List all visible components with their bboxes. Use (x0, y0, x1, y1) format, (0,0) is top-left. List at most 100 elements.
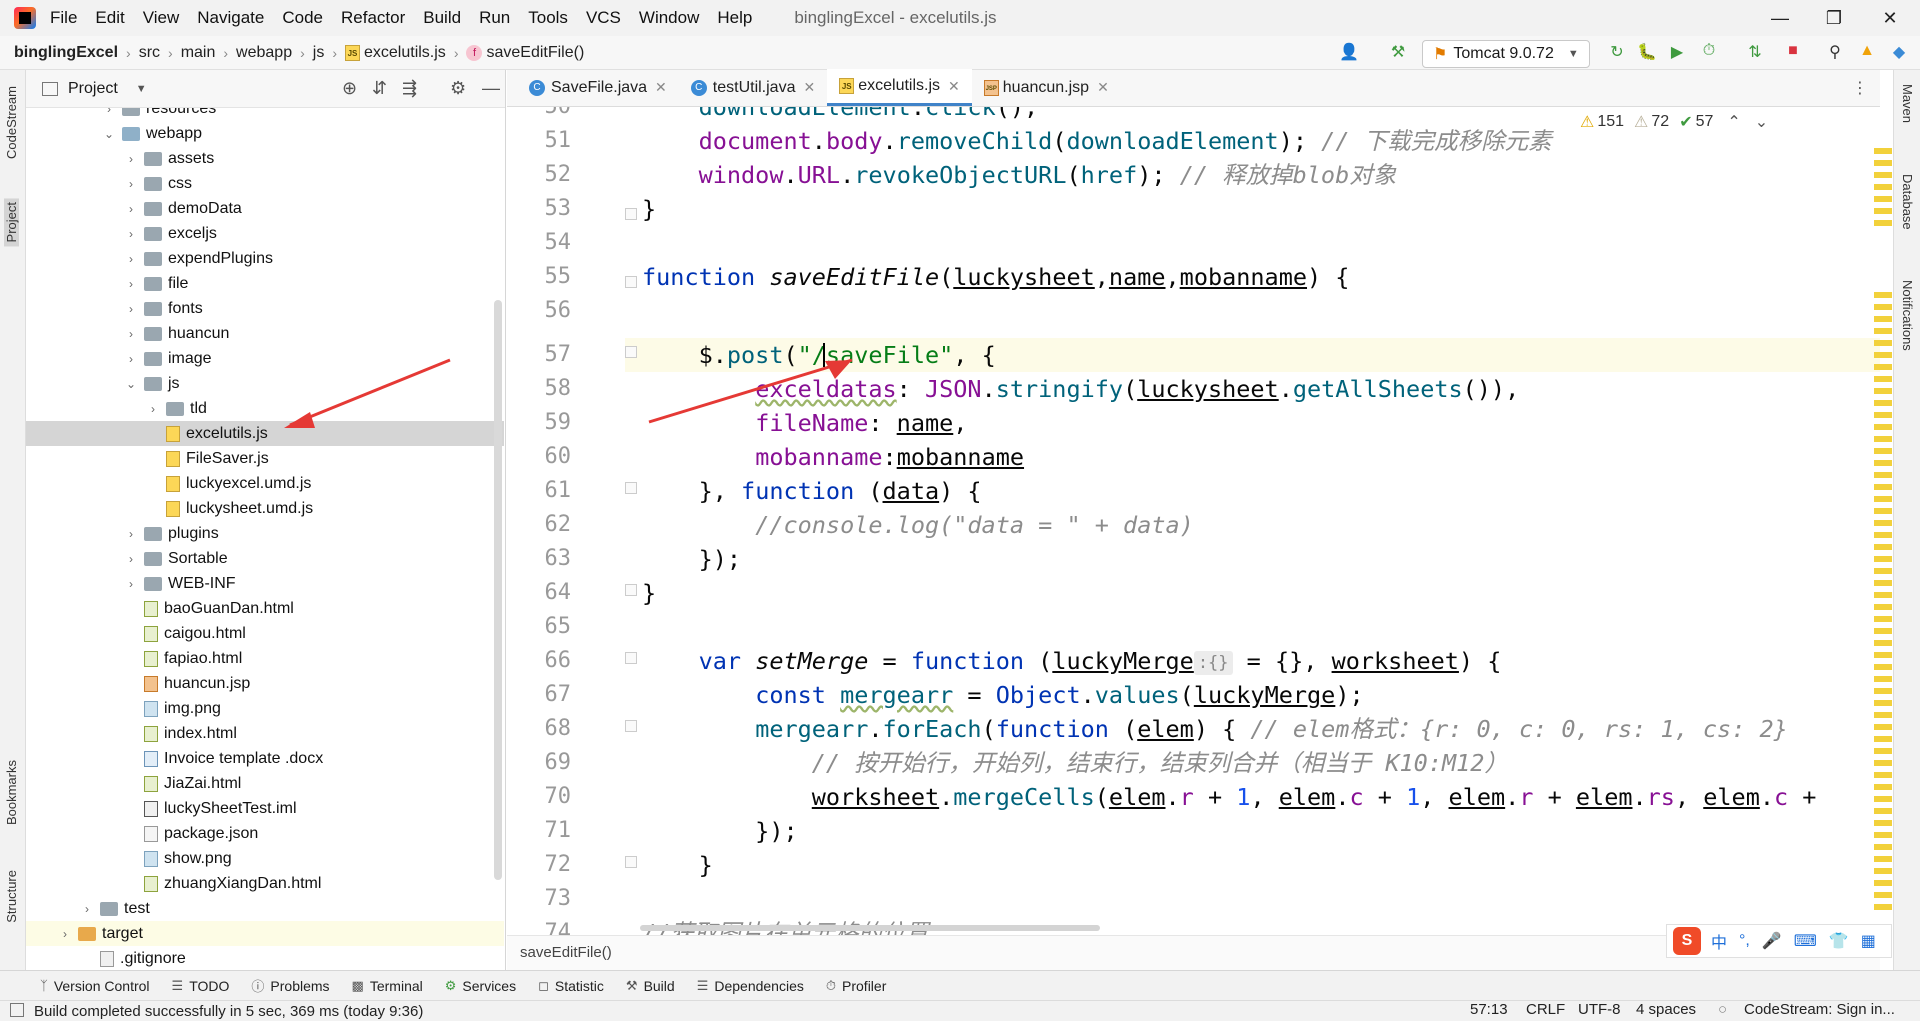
codestream-tool-tab[interactable]: CodeStream (4, 86, 19, 159)
restore-icon[interactable]: ❐ (1806, 0, 1862, 36)
warning-marker[interactable] (1874, 208, 1892, 214)
warning-marker[interactable] (1874, 484, 1892, 490)
update-app-icon[interactable]: ⇅ (1744, 42, 1766, 64)
next-highlight-icon[interactable]: ⌄ (1755, 112, 1768, 132)
expand-arrow-icon[interactable]: › (124, 277, 138, 291)
bookmarks-tool-tab[interactable]: Bookmarks (4, 760, 19, 825)
warning-marker[interactable] (1874, 364, 1892, 370)
stop-icon[interactable]: ■ (1782, 42, 1804, 64)
tree-item[interactable]: caigou.html (26, 621, 504, 646)
warning-marker[interactable] (1874, 292, 1892, 298)
breadcrumb-project[interactable]: binglingExcel (14, 44, 118, 62)
version-control-tab[interactable]: ᛉ Version Control (40, 978, 150, 994)
expand-arrow-icon[interactable]: › (146, 402, 160, 416)
tree-item[interactable]: baoGuanDan.html (26, 596, 504, 621)
breadcrumb-file[interactable]: JS excelutils.js (345, 44, 446, 62)
tree-item[interactable]: index.html (26, 721, 504, 746)
warning-marker[interactable] (1874, 568, 1892, 574)
menu-file[interactable]: File (50, 8, 77, 28)
tree-item[interactable]: zhuangXiangDan.html (26, 871, 504, 896)
warning-marker[interactable] (1874, 376, 1892, 382)
expand-arrow-icon[interactable]: › (124, 252, 138, 266)
fold-marker[interactable] (625, 208, 637, 220)
warning-marker[interactable] (1874, 844, 1892, 850)
warning-marker[interactable] (1874, 784, 1892, 790)
warning-marker[interactable] (1874, 604, 1892, 610)
warning-marker[interactable] (1874, 148, 1892, 154)
warning-marker[interactable] (1874, 772, 1892, 778)
menu-vcs[interactable]: VCS (586, 8, 621, 28)
run-configuration-select[interactable]: ⚑ Tomcat 9.0.72 ▼ (1422, 40, 1590, 68)
tree-item[interactable]: package.json (26, 821, 504, 846)
status-message[interactable]: Build completed successfully in 5 sec, 3… (34, 1003, 423, 1020)
tree-item[interactable]: › demoData (26, 196, 504, 221)
expand-all-icon[interactable]: ⇵ (372, 78, 387, 99)
expand-arrow-icon[interactable]: › (102, 108, 116, 116)
tab-testutil-java[interactable]: CtestUtil.java ✕ (679, 69, 827, 106)
fold-marker[interactable] (625, 720, 637, 732)
menu-help[interactable]: Help (717, 8, 752, 28)
warning-marker[interactable] (1874, 196, 1892, 202)
locate-icon[interactable]: ⊕ (342, 78, 357, 99)
plugin-logo-icon[interactable]: ◆ (1888, 42, 1910, 64)
warning-marker[interactable] (1874, 412, 1892, 418)
warning-marker[interactable] (1874, 424, 1892, 430)
warning-marker[interactable] (1874, 496, 1892, 502)
warning-marker[interactable] (1874, 580, 1892, 586)
tab-excelutils-js[interactable]: JS excelutils.js ✕ (827, 69, 972, 106)
maven-tool-tab[interactable]: Maven (1900, 84, 1915, 123)
breadcrumb-main[interactable]: main (181, 44, 216, 62)
tree-item[interactable]: fapiao.html (26, 646, 504, 671)
services-tab[interactable]: ⚙ Services (445, 978, 516, 994)
coverage-icon[interactable]: ▶ (1666, 42, 1688, 64)
fold-marker[interactable] (625, 346, 637, 358)
fold-marker[interactable] (625, 856, 637, 868)
fold-marker[interactable] (625, 652, 637, 664)
close-tab-icon[interactable]: ✕ (1097, 79, 1109, 96)
warning-marker[interactable] (1874, 856, 1892, 862)
expand-arrow-icon[interactable]: › (124, 302, 138, 316)
warning-marker[interactable] (1874, 712, 1892, 718)
tree-item[interactable]: ⌄ webapp (26, 121, 504, 146)
close-tab-icon[interactable]: ✕ (948, 78, 960, 95)
error-stripe[interactable] (1874, 140, 1892, 920)
warning-marker[interactable] (1874, 868, 1892, 874)
menu-tools[interactable]: Tools (528, 8, 568, 28)
rerun-icon[interactable]: ↻ (1606, 42, 1628, 64)
fold-marker[interactable] (625, 584, 637, 596)
menu-window[interactable]: Window (639, 8, 699, 28)
warning-marker[interactable] (1874, 904, 1892, 910)
file-encoding[interactable]: UTF-8 (1578, 1001, 1621, 1018)
warning-marker[interactable] (1874, 472, 1892, 478)
menu-view[interactable]: View (143, 8, 180, 28)
previous-highlight-icon[interactable]: ⌃ (1727, 112, 1740, 132)
tree-item[interactable]: img.png (26, 696, 504, 721)
fold-marker[interactable] (625, 482, 637, 494)
code-editor[interactable]: 5051525354555657585960616263646566676869… (507, 107, 1880, 935)
warning-marker[interactable] (1874, 520, 1892, 526)
warning-marker[interactable] (1874, 352, 1892, 358)
tree-item[interactable]: luckysheet.umd.js (26, 496, 504, 521)
warning-marker[interactable] (1874, 820, 1892, 826)
breadcrumb-js[interactable]: js (313, 44, 325, 62)
line-separator[interactable]: CRLF (1526, 1001, 1565, 1018)
language-indicator[interactable]: 中 (1711, 929, 1727, 953)
toolbox-icon[interactable]: ▦ (1861, 931, 1876, 951)
build-tab[interactable]: ⚒ Build (626, 978, 675, 994)
ime-toolbar[interactable]: S 中 °, 🎤 ⌨ 👕 ▦ (1666, 924, 1892, 958)
tree-item[interactable]: luckyexcel.umd.js (26, 471, 504, 496)
close-tab-icon[interactable]: ✕ (655, 79, 667, 96)
breadcrumb-webapp[interactable]: webapp (236, 44, 292, 62)
warning-marker[interactable] (1874, 436, 1892, 442)
warning-marker[interactable] (1874, 400, 1892, 406)
menu-run[interactable]: Run (479, 8, 510, 28)
warning-marker[interactable] (1874, 532, 1892, 538)
warning-marker[interactable] (1874, 808, 1892, 814)
tree-item[interactable]: › expendPlugins (26, 246, 504, 271)
build-hammer-icon[interactable]: ⚒ (1386, 42, 1410, 64)
dependencies-tab[interactable]: ☰ Dependencies (697, 978, 804, 994)
debug-icon[interactable]: 🐛 (1636, 42, 1658, 64)
expand-arrow-icon[interactable]: › (124, 327, 138, 341)
expand-arrow-icon[interactable]: › (124, 202, 138, 216)
structure-tool-tab[interactable]: Structure (4, 870, 19, 923)
